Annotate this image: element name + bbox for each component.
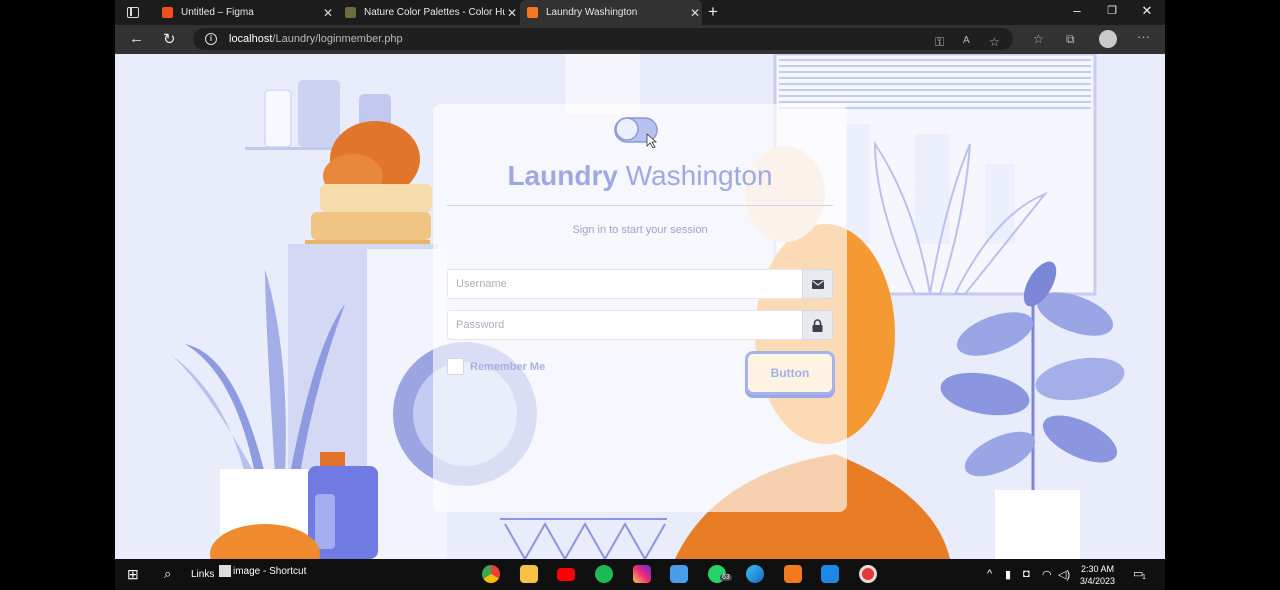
color-hunt-icon: [345, 7, 356, 18]
start-icon[interactable]: ⊞: [127, 566, 139, 583]
vscode-icon[interactable]: [821, 565, 839, 583]
microphone-icon[interactable]: ▮: [1005, 568, 1011, 581]
close-icon[interactable]: ✕: [505, 6, 519, 20]
show-hidden-icons[interactable]: ^: [987, 568, 992, 580]
back-icon[interactable]: ←: [129, 30, 144, 47]
xampp-taskbar-icon[interactable]: [784, 565, 802, 583]
title-bold: Laundry: [507, 160, 618, 191]
youtube-icon[interactable]: [557, 568, 575, 581]
envelope-icon: [802, 269, 833, 299]
tab-color-hunt[interactable]: Nature Color Palettes - Color Hu ✕: [339, 0, 519, 25]
password-input[interactable]: [447, 310, 802, 340]
login-subtitle: Sign in to start your session: [572, 224, 708, 236]
close-icon[interactable]: ✕: [688, 6, 702, 20]
camera-icon[interactable]: ◘: [1023, 568, 1030, 580]
tab-title: Nature Color Palettes - Color Hu: [364, 7, 505, 18]
notification-count: 1: [1142, 574, 1146, 581]
username-group: [447, 269, 833, 299]
login-page: Laundry Washington Sign in to start your…: [115, 54, 1165, 559]
login-card: Laundry Washington Sign in to start your…: [433, 104, 847, 512]
tab-title: Laundry Washington: [546, 7, 638, 18]
password-group: [447, 310, 833, 340]
new-tab-button[interactable]: +: [708, 2, 718, 22]
tab-bar: Untitled – Figma ✕ Nature Color Palettes…: [115, 0, 1165, 25]
chrome-icon[interactable]: [482, 565, 500, 583]
login-button[interactable]: Button: [745, 351, 835, 395]
url-path: /Laundry/loginmember.php: [272, 33, 403, 45]
links-toolbar[interactable]: Links: [191, 569, 214, 580]
tab-title: Untitled – Figma: [181, 7, 254, 18]
volume-icon[interactable]: ◁): [1058, 568, 1070, 581]
restore-button[interactable]: ❐: [1102, 4, 1122, 17]
taskbar: ⊞ ⌕ Links image - Shortcut 63 ^ ▮ ◘ ◠ ◁)…: [115, 559, 1165, 590]
shortcut-icon: [219, 565, 231, 577]
search-icon[interactable]: ⌕: [164, 566, 171, 582]
file-explorer-icon[interactable]: [520, 565, 538, 583]
lock-icon: [802, 310, 833, 340]
title-divider: [447, 205, 833, 206]
recorder-icon[interactable]: [859, 565, 877, 583]
microsoft-store-icon[interactable]: [670, 565, 688, 583]
whatsapp-badge: 63: [720, 574, 732, 581]
wifi-icon[interactable]: ◠: [1042, 568, 1052, 581]
remember-me-label: Remember Me: [470, 360, 546, 373]
minimize-button[interactable]: –: [1067, 3, 1087, 18]
url-text[interactable]: localhost/Laundry/loginmember.php: [229, 33, 403, 45]
clock[interactable]: 2:30 AM 3/4/2023: [1080, 563, 1115, 587]
window-close-button[interactable]: ✕: [1137, 3, 1157, 19]
image-shortcut[interactable]: image - Shortcut: [233, 566, 306, 577]
remember-me-checkbox[interactable]: [447, 358, 464, 375]
more-icon[interactable]: ···: [1137, 29, 1150, 44]
tab-figma[interactable]: Untitled – Figma ✕: [155, 0, 335, 25]
toggle-logo-icon: [614, 117, 658, 148]
clock-date: 3/4/2023: [1080, 576, 1116, 586]
close-icon[interactable]: ✕: [321, 6, 335, 20]
username-input[interactable]: [447, 269, 802, 299]
navigation-bar: ← ↻ i localhost/Laundry/loginmember.php …: [115, 25, 1165, 54]
page-title: Laundry Washington: [433, 160, 847, 192]
address-bar[interactable]: i localhost/Laundry/loginmember.php ⚿ A …: [193, 28, 1013, 50]
info-icon[interactable]: i: [205, 33, 217, 45]
screen: Untitled – Figma ✕ Nature Color Palettes…: [115, 0, 1165, 590]
collections-icon[interactable]: ⧉: [1066, 32, 1075, 47]
clock-time: 2:30 AM: [1081, 564, 1115, 574]
title-rest: Washington: [617, 160, 773, 191]
add-favorite-icon[interactable]: ☆: [989, 35, 1000, 49]
xampp-icon: [527, 7, 538, 18]
spotify-icon[interactable]: [595, 565, 613, 583]
edge-icon[interactable]: [746, 565, 764, 583]
refresh-icon[interactable]: ↻: [163, 30, 176, 48]
instagram-icon[interactable]: [633, 565, 651, 583]
figma-icon: [162, 7, 173, 18]
remember-me[interactable]: Remember Me: [447, 358, 545, 375]
url-host: localhost: [229, 33, 273, 45]
key-icon[interactable]: ⚿: [935, 35, 944, 50]
tab-actions-icon[interactable]: [127, 7, 139, 18]
profile-avatar[interactable]: [1099, 30, 1117, 48]
favorites-icon[interactable]: ☆: [1033, 32, 1044, 46]
read-aloud-icon[interactable]: A: [963, 35, 970, 46]
tab-laundry-washington[interactable]: Laundry Washington ✕: [520, 0, 702, 25]
